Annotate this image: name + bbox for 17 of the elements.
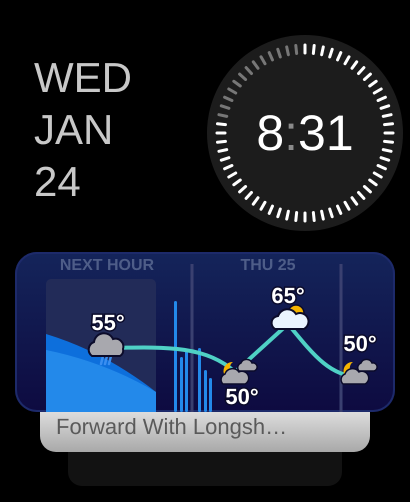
card-title: Forward With Longsh… (56, 414, 288, 440)
month-label: JAN (34, 105, 114, 155)
sun-cloud-icon (270, 304, 310, 330)
weekday-label: WED (34, 53, 132, 103)
day-label: 24 (34, 157, 81, 207)
temperature-label: 50° (343, 331, 377, 356)
time-label: 8:31 (256, 105, 354, 161)
moon-cloud-icon (340, 358, 378, 385)
temperature-label: 65° (271, 283, 305, 308)
section-header: NEXT HOUR (60, 257, 154, 274)
section-header: THU 25 (240, 257, 296, 274)
temperature-label: 50° (225, 384, 259, 409)
moon-cloud-icon (220, 358, 258, 385)
temperature-label: 55° (91, 310, 125, 335)
weather-widget[interactable]: NEXT HOUR THU 25 55° 50° 65° 50° (15, 252, 395, 412)
rain-cloud-icon (88, 332, 124, 366)
stacked-card[interactable]: Forward With Longsh… (40, 412, 370, 452)
